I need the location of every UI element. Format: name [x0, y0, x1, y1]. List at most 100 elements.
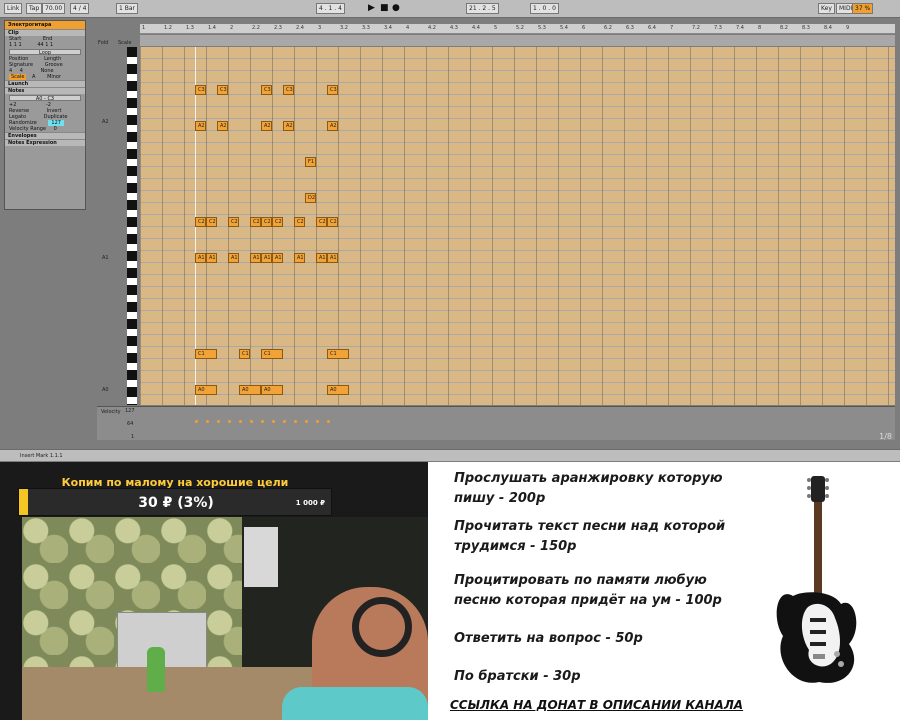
- section-clip[interactable]: Clip: [5, 29, 85, 36]
- loop-start-field[interactable]: 21 . 2 . 5: [466, 3, 499, 14]
- ruler-tick: 3.2: [340, 25, 348, 31]
- midi-note[interactable]: A1: [195, 253, 206, 263]
- section-note-expression[interactable]: Notes Expression: [5, 139, 85, 146]
- time-signature-field[interactable]: 4 / 4: [70, 3, 90, 14]
- key-map-button[interactable]: Key: [818, 3, 835, 14]
- midi-note[interactable]: A1: [206, 253, 217, 263]
- webcam-video: [22, 517, 428, 720]
- midi-note[interactable]: C2: [228, 217, 239, 227]
- section-launch[interactable]: Launch: [5, 80, 85, 87]
- velocity-marker[interactable]: [195, 420, 198, 423]
- midi-note[interactable]: A1: [272, 253, 283, 263]
- midi-note[interactable]: A0: [327, 385, 349, 395]
- velocity-marker[interactable]: [217, 420, 220, 423]
- loop-toggle[interactable]: Loop: [9, 49, 81, 56]
- velocity-marker[interactable]: [316, 420, 319, 423]
- midi-note[interactable]: A2: [327, 121, 338, 131]
- midi-note[interactable]: A1: [327, 253, 338, 263]
- velocity-marker[interactable]: [272, 420, 275, 423]
- piano-roll-grid[interactable]: C3 C3 C3 C3 C3 A2 A2 A2 A2 A2 F1 D2 C2 C2 C2 C2 C2 C2 C2 C2…: [140, 47, 895, 405]
- midi-note[interactable]: A2: [283, 121, 294, 131]
- quantize-menu[interactable]: 1 Bar: [116, 3, 138, 14]
- midi-note[interactable]: C3: [195, 85, 206, 95]
- ruler-tick: 2.4: [296, 25, 304, 31]
- link-button[interactable]: Link: [4, 3, 23, 14]
- play-icon[interactable]: ▶: [368, 2, 375, 14]
- velocity-marker[interactable]: [327, 420, 330, 423]
- velocity-range-value[interactable]: 0: [54, 126, 57, 132]
- end-value[interactable]: 44 1 1: [37, 42, 53, 48]
- ruler-tick: 6.2: [604, 25, 612, 31]
- scale-highlight-button[interactable]: Scale: [118, 40, 131, 46]
- scale-mode[interactable]: Minor: [47, 74, 61, 80]
- velocity-marker[interactable]: [283, 420, 286, 423]
- midi-note[interactable]: C2: [195, 217, 206, 227]
- velocity-marker[interactable]: [305, 420, 308, 423]
- price-item: трудимся - 150р: [454, 539, 577, 554]
- midi-note[interactable]: C2: [250, 217, 261, 227]
- note-range[interactable]: A0 - C3: [9, 95, 81, 102]
- midi-note[interactable]: C2: [294, 217, 305, 227]
- midi-note[interactable]: C2: [261, 217, 272, 227]
- fold-button[interactable]: Fold: [98, 40, 108, 46]
- midi-note[interactable]: C3: [283, 85, 294, 95]
- stop-icon[interactable]: ■: [380, 2, 389, 14]
- clip-name[interactable]: Электрогитара: [5, 21, 85, 29]
- midi-note[interactable]: A1: [250, 253, 261, 263]
- midi-note[interactable]: C1: [261, 349, 283, 359]
- ruler-tick: 8.3: [802, 25, 810, 31]
- midi-note[interactable]: C2: [316, 217, 327, 227]
- octave-label: A0: [102, 387, 109, 393]
- ruler-tick: 2.3: [274, 25, 282, 31]
- headphones-icon: [352, 597, 412, 657]
- ruler-tick: 1: [142, 25, 146, 31]
- midi-note[interactable]: A2: [195, 121, 206, 131]
- record-icon[interactable]: ●: [392, 2, 400, 14]
- timeline-ruler[interactable]: 1 1.2 1.3 1.4 2 2.2 2.3 2.4 3 3.2 3.3 3.4 4 4.2 4.3 4.4…: [140, 24, 895, 34]
- midi-note[interactable]: A1: [294, 253, 305, 263]
- velocity-marker[interactable]: [228, 420, 231, 423]
- midi-note[interactable]: A2: [217, 121, 228, 131]
- scale-toggle[interactable]: Scale: [9, 74, 27, 80]
- scale-root[interactable]: A: [32, 74, 35, 80]
- midi-note[interactable]: C3: [217, 85, 228, 95]
- piano-keyboard[interactable]: A2 A1 A0: [97, 47, 137, 405]
- section-notes[interactable]: Notes: [5, 87, 85, 94]
- price-item: пишу - 200р: [454, 491, 546, 506]
- midi-note[interactable]: C1: [239, 349, 250, 359]
- velocity-marker[interactable]: [261, 420, 264, 423]
- midi-note[interactable]: C3: [327, 85, 338, 95]
- start-value[interactable]: 1 1 1: [9, 42, 22, 48]
- midi-note[interactable]: A1: [316, 253, 327, 263]
- midi-note[interactable]: C1: [195, 349, 217, 359]
- price-list-panel: Прослушать аранжировку которую пишу - 20…: [428, 462, 900, 720]
- midi-note[interactable]: A0: [239, 385, 261, 395]
- price-item: Прослушать аранжировку которую: [454, 471, 723, 486]
- piano-keys[interactable]: [127, 47, 137, 405]
- midi-note[interactable]: C1: [327, 349, 349, 359]
- midi-note[interactable]: C2: [206, 217, 217, 227]
- velocity-marker[interactable]: [206, 420, 209, 423]
- midi-note[interactable]: D2: [305, 193, 316, 203]
- tempo-field[interactable]: 70.00: [42, 3, 66, 14]
- ruler-tick: 8.2: [780, 25, 788, 31]
- tap-button[interactable]: Tap: [26, 3, 43, 14]
- section-envelopes[interactable]: Envelopes: [5, 132, 85, 139]
- midi-note[interactable]: A0: [195, 385, 217, 395]
- midi-note[interactable]: C3: [261, 85, 272, 95]
- midi-note[interactable]: A1: [261, 253, 272, 263]
- midi-note[interactable]: A2: [261, 121, 272, 131]
- song-position-field[interactable]: 4 . 1 . 4: [316, 3, 345, 14]
- velocity-lane[interactable]: Velocity 127 64 1: [97, 406, 895, 440]
- velocity-marker[interactable]: [239, 420, 242, 423]
- velocity-marker[interactable]: [294, 420, 297, 423]
- loop-brace-bar[interactable]: [140, 35, 895, 46]
- midi-note[interactable]: A0: [261, 385, 283, 395]
- loop-length-field[interactable]: 1 . 0 . 0: [530, 3, 559, 14]
- velocity-marker[interactable]: [250, 420, 253, 423]
- midi-note[interactable]: A1: [228, 253, 239, 263]
- midi-note[interactable]: F1: [305, 157, 316, 167]
- midi-note[interactable]: C2: [272, 217, 283, 227]
- midi-note[interactable]: C2: [327, 217, 338, 227]
- ruler-tick: 4.2: [428, 25, 436, 31]
